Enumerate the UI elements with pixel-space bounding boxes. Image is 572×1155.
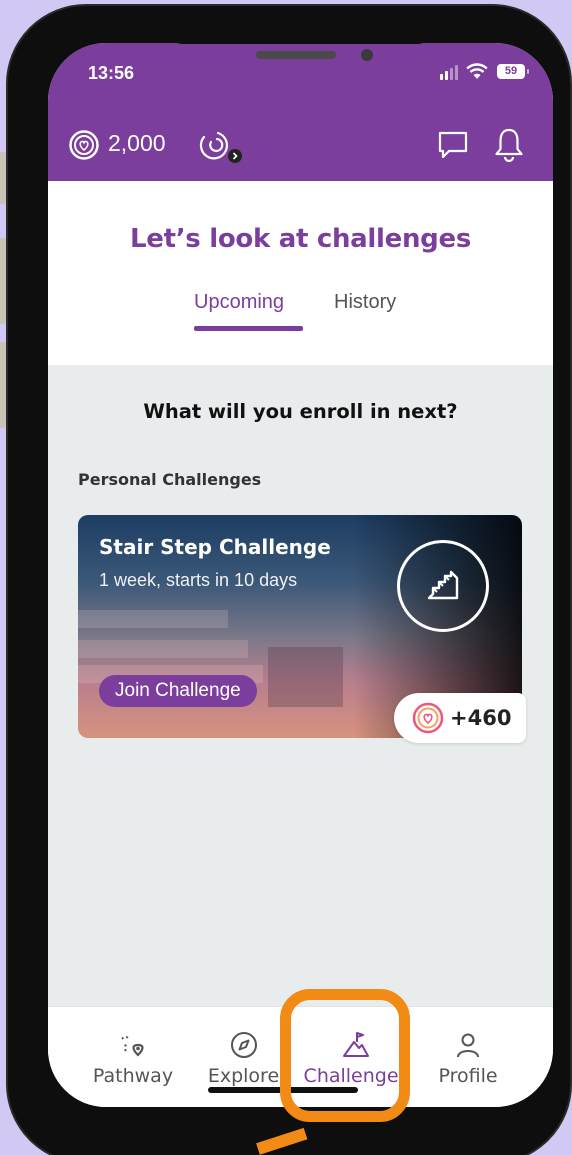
section-label: Personal Challenges — [78, 470, 262, 489]
challenge-title: Stair Step Challenge — [99, 535, 331, 559]
coin-balance: 2,000 — [108, 130, 166, 156]
signal-icon — [440, 65, 458, 80]
card-background-step — [78, 610, 228, 628]
app-bar: 2,000 — [48, 113, 553, 181]
wifi-icon — [466, 63, 488, 79]
enroll-prompt: What will you enroll in next? — [143, 400, 458, 423]
points-badge: +460 — [394, 693, 526, 743]
chat-icon[interactable] — [436, 128, 470, 162]
activity-ring-icon[interactable] — [198, 127, 244, 167]
coin-heart-icon — [69, 130, 99, 160]
nav-item-explore[interactable]: Explore — [201, 1007, 286, 1087]
compass-icon — [230, 1032, 257, 1058]
battery-icon: 59 — [497, 64, 529, 79]
pathway-icon — [121, 1035, 144, 1057]
status-time: 13:56 — [88, 63, 135, 83]
camera-notch — [156, 6, 444, 44]
phone-frame: 13:56 59 2,000 Let’s look at challenges … — [6, 4, 572, 1155]
page-header: Let’s look at challenges Upcoming Histor… — [48, 181, 553, 365]
nav-label-explore: Explore — [207, 1065, 280, 1087]
tab-upcoming[interactable]: Upcoming — [194, 291, 284, 314]
nav-label-pathway: Pathway — [92, 1065, 174, 1087]
challenge-subtitle: 1 week, starts in 10 days — [99, 570, 298, 590]
front-camera — [361, 49, 373, 61]
active-tab-indicator — [194, 326, 303, 331]
nav-item-profile[interactable]: Profile — [428, 1007, 508, 1087]
app-screen: 13:56 59 2,000 Let’s look at challenges … — [48, 43, 553, 1107]
card-background-step — [78, 640, 248, 658]
speaker-grille — [256, 51, 336, 59]
coin-heart-icon — [412, 702, 444, 734]
tab-history[interactable]: History — [334, 291, 396, 314]
card-background-step — [268, 647, 343, 707]
points-value: +460 — [450, 706, 512, 730]
bell-icon[interactable] — [492, 126, 526, 162]
person-icon — [457, 1033, 479, 1058]
join-challenge-button[interactable]: Join Challenge — [99, 675, 257, 707]
stairs-icon — [397, 540, 489, 632]
page-title: Let’s look at challenges — [130, 224, 471, 254]
nav-item-pathway[interactable]: Pathway — [88, 1007, 178, 1087]
nav-label-profile: Profile — [438, 1065, 498, 1087]
highlight-box — [280, 989, 410, 1122]
